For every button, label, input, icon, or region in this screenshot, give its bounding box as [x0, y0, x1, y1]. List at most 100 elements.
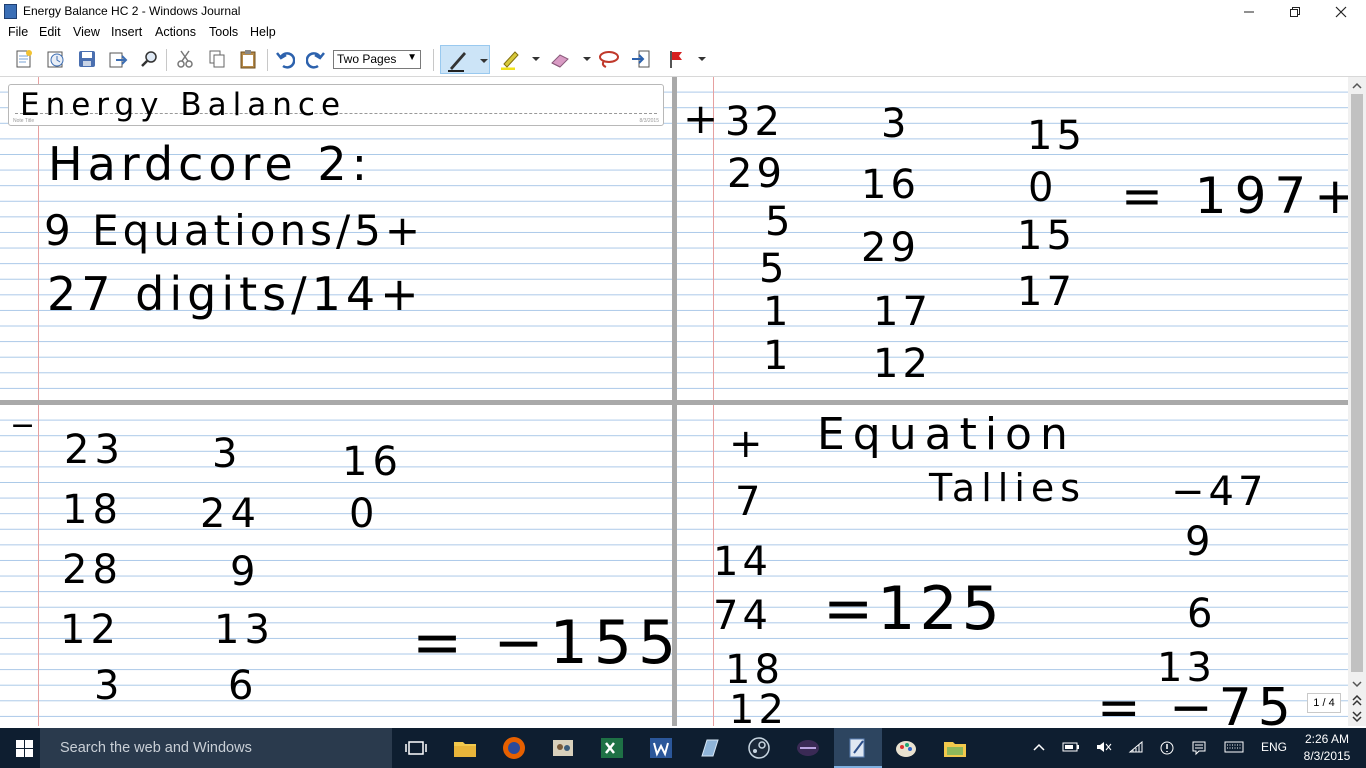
restore-button[interactable]	[1272, 0, 1318, 23]
highlighter-button[interactable]	[499, 48, 521, 70]
close-button[interactable]	[1318, 0, 1364, 23]
ink-left-total: =125	[823, 574, 1004, 644]
scroll-up-icon[interactable]	[1348, 79, 1366, 93]
menu-help[interactable]: Help	[250, 25, 276, 39]
folder-icon	[454, 742, 476, 757]
send-to-button[interactable]	[107, 48, 129, 70]
flag-dropdown[interactable]	[691, 48, 713, 70]
scroll-down-icon[interactable]	[1348, 677, 1366, 691]
taskbar-app[interactable]	[796, 736, 820, 760]
flag-button[interactable]	[665, 48, 687, 70]
toolbar-separator	[166, 49, 167, 71]
battery-tray[interactable]	[1062, 740, 1080, 757]
undo-button[interactable]	[274, 48, 296, 70]
taskbar-steam[interactable]	[747, 736, 771, 760]
taskbar-clock[interactable]: 2:26 AM 8/3/2015	[1296, 731, 1358, 765]
pen-button[interactable]	[440, 45, 490, 74]
page-indicator: 1 / 4	[1307, 693, 1341, 713]
tally-value: 7	[735, 479, 764, 525]
tally-value: 1	[763, 289, 792, 335]
redo-button[interactable]	[305, 48, 327, 70]
taskbar-app[interactable]	[943, 736, 967, 760]
volume-muted-icon	[1097, 742, 1112, 752]
taskbar-search[interactable]: Search the web and Windows	[40, 728, 392, 768]
tally-value: 23	[64, 427, 125, 473]
save-button[interactable]	[76, 48, 98, 70]
taskbar-firefox[interactable]	[502, 736, 526, 760]
taskbar-app[interactable]	[698, 736, 722, 760]
lasso-button[interactable]	[598, 48, 620, 70]
taskbar-app[interactable]	[551, 736, 575, 760]
tally-value: 9	[230, 549, 260, 595]
tally-value: 12	[873, 341, 932, 387]
firefox-icon	[503, 737, 525, 759]
new-note-button[interactable]	[13, 48, 35, 70]
eraser-button[interactable]	[549, 48, 571, 70]
note-page-4[interactable]: + Equation Tallies 7 14 74 18 12 =125 −4…	[677, 405, 1348, 726]
clipboard-icon	[240, 50, 256, 69]
input-language[interactable]: ENG	[1261, 740, 1287, 754]
tally-value: 16	[861, 162, 920, 208]
cut-button[interactable]	[174, 48, 196, 70]
copy-button[interactable]	[206, 48, 228, 70]
pen-icon	[448, 52, 466, 72]
touch-keyboard-button[interactable]	[1224, 740, 1244, 757]
send-icon	[109, 52, 128, 68]
menu-view[interactable]: View	[73, 25, 100, 39]
paste-button[interactable]	[237, 48, 259, 70]
page-1-ink: Energy Balance Hardcore 2: 9 Equations/5…	[20, 87, 420, 321]
view-select-value: Two Pages	[337, 52, 397, 66]
close-icon	[1335, 6, 1347, 17]
action-center-button[interactable]	[1191, 740, 1207, 759]
tally-column-3: 16 0	[342, 439, 398, 537]
taskbar: Search the web and Windows ENG 2:26 AM 8…	[0, 728, 1366, 768]
tally-value: 74	[713, 593, 772, 639]
chevron-down-icon: ▼	[407, 52, 417, 63]
vertical-scrollbar[interactable]	[1348, 77, 1366, 726]
volume-tray[interactable]	[1095, 740, 1113, 757]
show-hidden-icons[interactable]	[1032, 740, 1046, 757]
minimize-button[interactable]	[1226, 0, 1272, 23]
tally-value: 14	[713, 539, 772, 585]
note-page-2[interactable]: + 32 29 5 5 1 1 3 16 29 17 12 15 0 15 17	[677, 77, 1348, 400]
dropdown-arrow-icon	[698, 57, 706, 61]
view-select[interactable]: Two Pages ▼	[333, 50, 421, 69]
network-tray[interactable]	[1128, 740, 1146, 757]
menu-actions[interactable]: Actions	[155, 25, 196, 39]
open-button[interactable]	[45, 48, 67, 70]
taskbar-paint[interactable]	[894, 736, 918, 760]
scissors-icon	[177, 50, 193, 68]
note-page-1[interactable]: Note Title 8/3/2015 Energy Balance Hardc…	[0, 77, 672, 400]
taskbar-file-explorer[interactable]	[453, 736, 477, 760]
undo-icon	[276, 52, 295, 69]
note-page-3[interactable]: − 23 18 28 12 3 3 24 9 13 6 16 0 = −155	[0, 405, 672, 726]
menu-bar: File Edit View Insert Actions Tools Help	[0, 23, 1366, 43]
keyboard-icon	[1224, 741, 1244, 753]
previous-page-icon[interactable]	[1348, 693, 1366, 707]
dropdown-arrow-icon	[480, 59, 488, 63]
dropdown-arrow-icon	[532, 57, 540, 61]
taskbar-windows-journal[interactable]	[834, 728, 882, 768]
menu-edit[interactable]: Edit	[39, 25, 61, 39]
eraser-dropdown[interactable]	[576, 48, 598, 70]
tally-value: 1	[763, 333, 792, 379]
menu-file[interactable]: File	[8, 25, 28, 39]
task-view-icon	[405, 741, 427, 755]
tally-value: 5	[765, 199, 794, 245]
menu-insert[interactable]: Insert	[111, 25, 142, 39]
insert-space-button[interactable]	[630, 48, 652, 70]
taskbar-excel[interactable]	[600, 736, 624, 760]
tally-column-2: 3 24 9 13 6	[200, 431, 270, 709]
menu-tools[interactable]: Tools	[209, 25, 238, 39]
scrollbar-thumb[interactable]	[1351, 94, 1363, 672]
tally-value: 3	[212, 431, 242, 477]
find-button[interactable]	[138, 48, 160, 70]
highlighter-dropdown[interactable]	[525, 48, 547, 70]
next-page-icon[interactable]	[1348, 710, 1366, 724]
minimize-icon	[1244, 11, 1254, 12]
taskbar-word[interactable]	[649, 736, 673, 760]
task-view-button[interactable]	[404, 736, 428, 760]
update-tray[interactable]	[1159, 740, 1175, 759]
toolbar-separator	[433, 49, 434, 71]
ink-plus-sign: +	[683, 94, 718, 143]
